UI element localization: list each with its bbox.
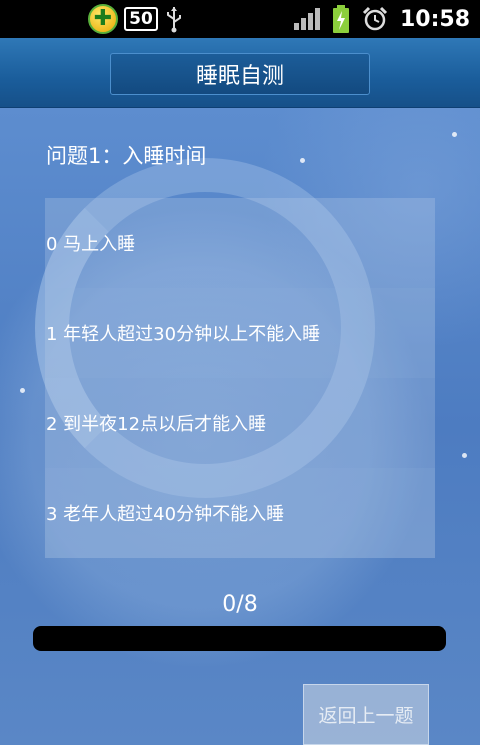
status-clock: 10:58 (399, 6, 470, 32)
sparkle-decoration (452, 132, 457, 137)
status-bar: ✚ 50 10:58 (0, 0, 480, 38)
usb-icon (167, 7, 181, 33)
sparkle-decoration (20, 388, 25, 393)
alarm-clock-icon (362, 6, 388, 31)
answer-option-1[interactable]: 1 年轻人超过30分钟以上不能入睡 (45, 288, 435, 378)
progress-bar (33, 626, 446, 651)
answer-option-0[interactable]: 0 马上入睡 (45, 198, 435, 288)
title-bar: 睡眠自测 (0, 38, 480, 108)
signal-strength-icon (293, 8, 320, 30)
security-app-icon: ✚ (88, 4, 118, 34)
status-left-group: ✚ 50 (88, 4, 184, 34)
answer-options: 0 马上入睡 1 年轻人超过30分钟以上不能入睡 2 到半夜12点以后才能入睡 … (45, 198, 435, 558)
answer-option-3[interactable]: 3 老年人超过40分钟不能入睡 (45, 468, 435, 558)
progress-counter: 0/8 (222, 592, 258, 617)
sparkle-decoration (462, 453, 467, 458)
question-text: 问题1：入睡时间 (46, 144, 207, 168)
answer-option-2[interactable]: 2 到半夜12点以后才能入睡 (45, 378, 435, 468)
battery-level-badge: 50 (124, 7, 158, 31)
sparkle-decoration (300, 158, 305, 163)
back-to-previous-button[interactable]: 返回上一题 (303, 684, 429, 745)
battery-charging-icon (332, 5, 349, 33)
status-right-group: 10:58 (293, 0, 470, 38)
page-title: 睡眠自测 (110, 53, 370, 95)
